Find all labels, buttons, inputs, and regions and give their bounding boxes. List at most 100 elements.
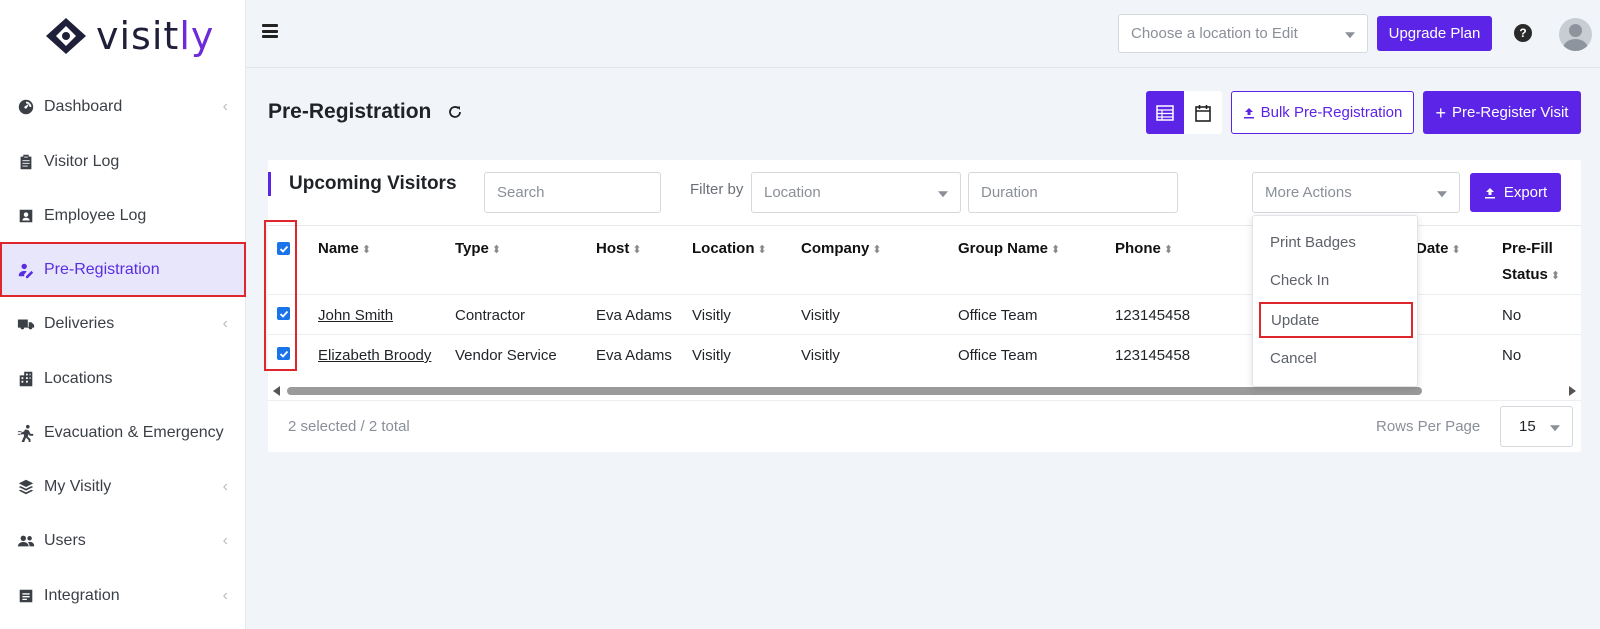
menu-item-print-badges[interactable]: Print Badges [1253,224,1419,260]
more-actions-dropdown: Print Badges Check In Update Cancel [1252,215,1418,387]
list-view-button[interactable] [1146,91,1184,134]
scroll-left-arrow-icon[interactable] [273,386,280,396]
rows-per-page-select[interactable]: 15 [1500,406,1573,447]
caret-down-icon [1550,424,1560,431]
sidebar-item-locations[interactable]: Locations [0,351,246,406]
integration-icon [16,586,36,606]
cell-host: Eva Adams [596,307,672,324]
menu-item-update[interactable]: Update [1259,302,1413,338]
chevron-left-icon: ‹ [222,586,228,604]
sort-icon: ⬍ [1550,270,1561,282]
cell-location: Visitly [692,307,731,324]
search-input[interactable]: Search [484,172,661,213]
sidebar-item-users[interactable]: Users ‹ [0,513,246,568]
rows-per-page-value: 15 [1519,418,1536,435]
sort-icon: ⬍ [872,244,882,256]
column-header-phone[interactable]: Phone ⬍ [1115,240,1173,257]
duration-filter-input[interactable]: Duration [968,172,1178,213]
brand-name: visitly [96,14,215,58]
sidebar-item-label: My Visitly [44,477,112,495]
avatar[interactable] [1559,18,1592,51]
bulk-pre-registration-label: Bulk Pre-Registration [1260,104,1403,121]
calendar-view-button[interactable] [1184,91,1222,134]
cell-type: Vendor Service [455,347,557,364]
cell-type: Contractor [455,307,526,324]
refresh-icon[interactable] [447,104,463,120]
duration-filter-placeholder: Duration [981,184,1038,201]
cell-location: Visitly [692,347,731,364]
id-card-icon [16,206,36,226]
cell-host: Eva Adams [596,347,672,364]
sort-icon: ⬍ [1163,244,1174,256]
sidebar-item-evacuation[interactable]: Evacuation & Emergency [0,405,246,460]
sidebar-item-label: Deliveries [44,314,115,332]
sort-icon: ⬍ [1051,244,1061,256]
user-edit-icon [16,260,36,280]
export-button[interactable]: Export [1470,173,1561,212]
sidebar-item-label: Dashboard [44,97,123,115]
sidebar-item-pre-registration[interactable]: Pre-Registration [0,242,246,297]
card-title: Upcoming Visitors [289,173,457,194]
users-icon [16,531,36,551]
chevron-left-icon: ‹ [222,314,228,332]
caret-down-icon [1437,190,1447,197]
chevron-left-icon: ‹ [222,477,228,495]
column-header-location[interactable]: Location ⬍ [692,240,767,257]
sidebar-item-integration[interactable]: Integration ‹ [0,568,246,623]
pre-register-visit-label: Pre-Register Visit [1452,104,1569,121]
help-icon[interactable]: ? [1514,24,1532,42]
page-title: Pre-Registration [268,100,432,123]
location-filter-placeholder: Location [764,184,821,201]
sidebar-item-my-visitly[interactable]: My Visitly ‹ [0,459,246,514]
column-header-company[interactable]: Company ⬍ [801,240,882,257]
cell-phone: 123145458 [1115,347,1191,364]
column-header-group-name[interactable]: Group Name ⬍ [958,240,1060,257]
visitly-logo[interactable]: visitly [44,14,214,58]
sidebar-item-label: Evacuation & Emergency [44,423,224,441]
location-filter-select[interactable]: Location [751,172,961,213]
sidebar-item-employee-log[interactable]: Employee Log [0,188,246,243]
footer-divider [268,400,1581,401]
sort-icon: ⬍ [361,244,372,256]
sort-icon: ⬍ [632,244,642,256]
visitor-name-link[interactable]: John Smith [318,307,393,324]
scroll-right-arrow-icon[interactable] [1569,386,1576,396]
menu-item-check-in[interactable]: Check In [1253,262,1419,298]
visitor-name-link[interactable]: Elizabeth Broody [318,347,431,364]
upload-icon [1484,187,1495,198]
cell-group: Office Team [958,307,1038,324]
search-placeholder: Search [497,184,545,201]
pre-register-visit-button[interactable]: + Pre-Register Visit [1423,91,1581,134]
cell-company: Visitly [801,307,840,324]
hamburger-menu-icon[interactable] [262,24,278,38]
menu-item-cancel[interactable]: Cancel [1253,340,1419,376]
sort-icon: ⬍ [1451,244,1461,256]
more-actions-label: More Actions [1265,184,1352,201]
chevron-left-icon: ‹ [222,531,228,549]
card-title-accent [268,172,271,196]
location-select[interactable]: Choose a location to Edit [1118,14,1368,53]
filter-by-label: Filter by [690,181,744,198]
chevron-left-icon: ‹ [222,97,228,115]
column-header-date[interactable]: Date ⬍ [1416,240,1461,257]
sidebar-item-visitor-log[interactable]: Visitor Log [0,134,246,189]
more-actions-select[interactable]: More Actions [1252,172,1460,213]
column-header-host[interactable]: Host ⬍ [596,240,642,257]
sidebar-item-label: Pre-Registration [44,260,160,278]
sidebar-item-deliveries[interactable]: Deliveries ‹ [0,296,246,351]
column-header-name[interactable]: Name ⬍ [318,240,371,257]
checkbox-column-highlight [264,220,297,371]
column-header-prefill-status[interactable]: Pre-Fill Status ⬍ [1502,240,1560,283]
caret-down-icon [938,190,948,197]
scrollbar-thumb[interactable] [287,387,1422,395]
sidebar-item-label: Visitor Log [44,152,120,170]
topbar: Choose a location to Edit Upgrade Plan ? [246,0,1600,68]
sidebar-item-label: Employee Log [44,206,147,224]
sidebar-item-dashboard[interactable]: Dashboard ‹ [0,79,246,134]
bulk-pre-registration-button[interactable]: Bulk Pre-Registration [1231,91,1414,134]
truck-icon [16,314,36,334]
column-header-type[interactable]: Type ⬍ [455,240,501,257]
visitly-logo-icon [46,18,86,54]
upgrade-plan-button[interactable]: Upgrade Plan [1377,16,1492,51]
location-select-placeholder: Choose a location to Edit [1131,25,1298,42]
